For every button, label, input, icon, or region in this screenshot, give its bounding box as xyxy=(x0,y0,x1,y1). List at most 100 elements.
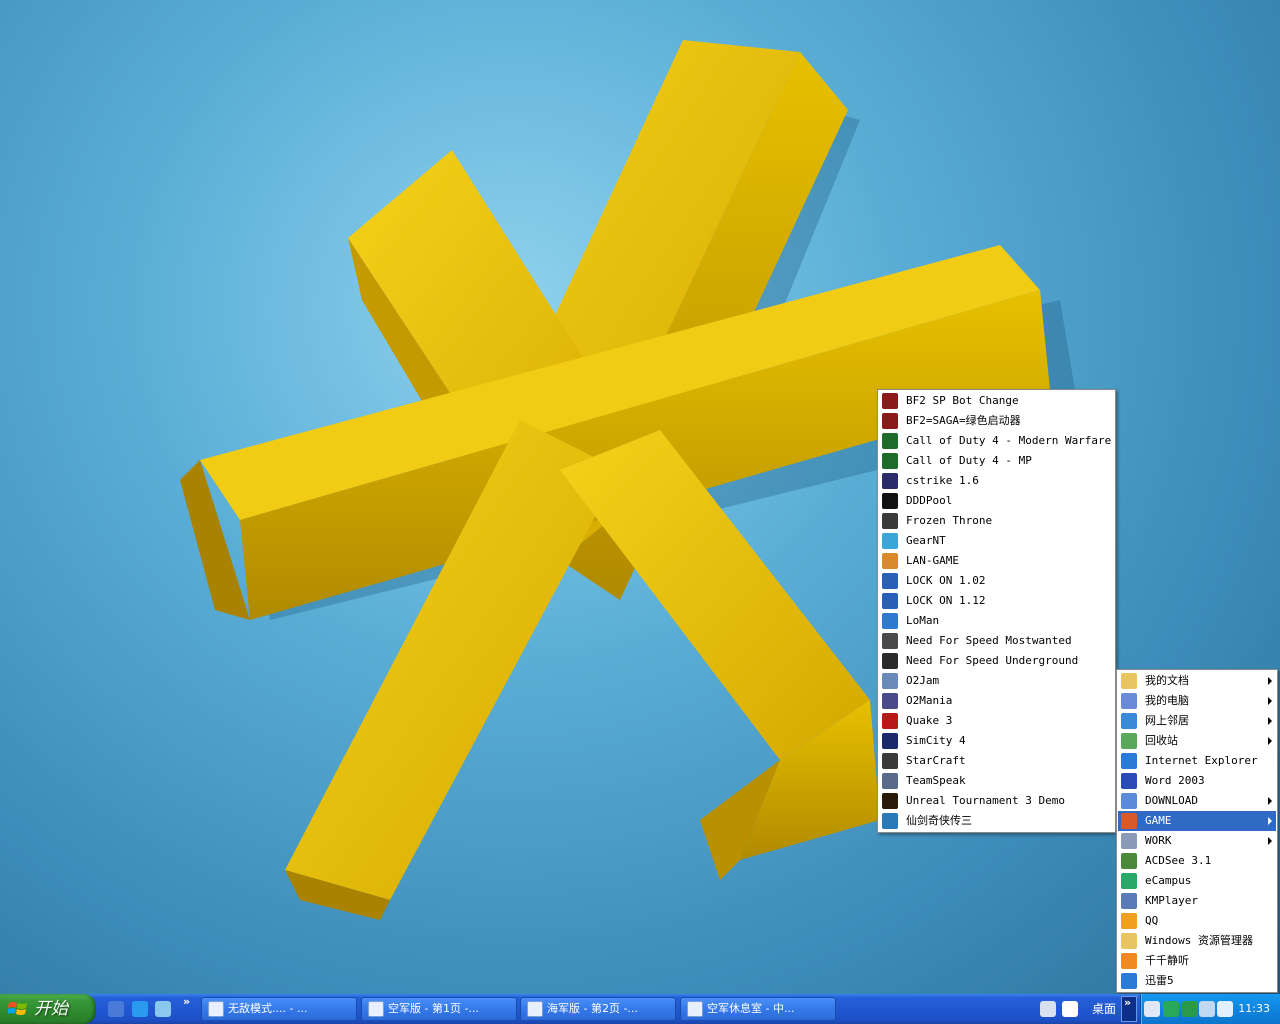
menu-item-ecampus[interactable]: eCampus xyxy=(1118,871,1276,891)
menu-item-o2jam[interactable]: O2Jam xyxy=(879,671,1114,691)
menu-item-internet-explorer[interactable]: Internet Explorer xyxy=(1118,751,1276,771)
unreal-icon xyxy=(882,793,898,809)
pool-ball-icon xyxy=(882,493,898,509)
menu-item-label: eCampus xyxy=(1145,874,1192,887)
menu-item-network[interactable]: 网上邻居 xyxy=(1118,711,1276,731)
keyboard-icon[interactable] xyxy=(1040,1001,1056,1017)
back-arrow-icon[interactable] xyxy=(1144,1001,1160,1017)
menu-item-label: LoMan xyxy=(906,614,940,627)
menu-item-nfs[interactable]: Need For Speed Underground xyxy=(879,651,1114,671)
thunder-icon xyxy=(1121,973,1137,989)
menu-item-nfs[interactable]: Need For Speed Mostwanted xyxy=(879,631,1114,651)
desktop-toolbar-label[interactable]: 桌面 xyxy=(1092,994,1116,1024)
simcity-icon xyxy=(882,733,898,749)
menu-item-thunder[interactable]: 迅雷5 xyxy=(1118,971,1276,991)
taskbar: 开始 » 无敌模式.... - ... 空军版 - 第1页 -... 海军版 - 第… xyxy=(0,994,1280,1024)
menu-item-download-folder[interactable]: DOWNLOAD xyxy=(1118,791,1276,811)
menu-item-gear[interactable]: GearNT xyxy=(879,531,1114,551)
menu-item-label: LAN-GAME xyxy=(906,554,959,567)
antivirus-icon[interactable] xyxy=(1163,1001,1179,1017)
menu-item-label: GearNT xyxy=(906,534,946,547)
show-desktop-icon[interactable] xyxy=(155,1001,171,1017)
menu-item-label: Quake 3 xyxy=(906,714,953,727)
menu-item-label: WORK xyxy=(1145,834,1172,847)
quake-icon xyxy=(882,713,898,729)
menu-item-cod4[interactable]: Call of Duty 4 - Modern Warfare xyxy=(879,431,1114,451)
menu-item-explorer-folder[interactable]: Windows 资源管理器 xyxy=(1118,931,1276,951)
word-icon xyxy=(1121,773,1137,789)
menu-item-starcraft[interactable]: StarCraft xyxy=(879,751,1114,771)
desktop-menu-button[interactable]: » xyxy=(1121,996,1137,1022)
network-connection-icon[interactable] xyxy=(1199,1001,1215,1017)
clock[interactable]: 11:33 xyxy=(1238,994,1270,1024)
menu-item-acdsee[interactable]: ACDSee 3.1 xyxy=(1118,851,1276,871)
taskbar-button-label: 无敌模式.... - ... xyxy=(228,1002,308,1015)
warcraft-icon xyxy=(882,513,898,529)
taskbar-button[interactable]: 空军休息室 - 中... xyxy=(680,997,836,1021)
menu-item-unreal[interactable]: Unreal Tournament 3 Demo xyxy=(879,791,1114,811)
game-submenu: BF2 SP Bot Change BF2=SAGA=绿色启动器 Call of D… xyxy=(877,389,1116,833)
menu-item-lockon[interactable]: LOCK ON 1.02 xyxy=(879,571,1114,591)
menu-item-label: BF2 SP Bot Change xyxy=(906,394,1019,407)
taskbar-button[interactable]: 海军版 - 第2页 -... xyxy=(520,997,676,1021)
menu-item-loman[interactable]: LoMan xyxy=(879,611,1114,631)
shield-icon[interactable] xyxy=(1217,1001,1233,1017)
submenu-arrow-icon xyxy=(1268,837,1272,845)
menu-item-label: KMPlayer xyxy=(1145,894,1198,907)
submenu-arrow-icon xyxy=(1268,697,1272,705)
submenu-arrow-icon xyxy=(1268,797,1272,805)
menu-item-recycle-bin[interactable]: 回收站 xyxy=(1118,731,1276,751)
menu-item-lockon[interactable]: LOCK ON 1.12 xyxy=(879,591,1114,611)
counter-strike-icon xyxy=(882,473,898,489)
menu-item-label: LOCK ON 1.12 xyxy=(906,594,986,607)
menu-item-work-folder[interactable]: WORK xyxy=(1118,831,1276,851)
menu-item-simcity[interactable]: SimCity 4 xyxy=(879,731,1114,751)
media-icon[interactable] xyxy=(108,1001,124,1017)
taskbar-button[interactable]: 无敌模式.... - ... xyxy=(201,997,357,1021)
menu-item-bf2[interactable]: BF2 SP Bot Change xyxy=(879,391,1114,411)
menu-item-label: LOCK ON 1.02 xyxy=(906,574,986,587)
menu-item-label: 我的电脑 xyxy=(1145,694,1189,707)
menu-item-label: TeamSpeak xyxy=(906,774,966,787)
menu-item-quake[interactable]: Quake 3 xyxy=(879,711,1114,731)
menu-item-teamspeak[interactable]: TeamSpeak xyxy=(879,771,1114,791)
menu-item-people[interactable]: LAN-GAME xyxy=(879,551,1114,571)
menu-item-label: Windows 资源管理器 xyxy=(1145,934,1253,947)
ie-page-icon xyxy=(208,1001,224,1017)
kmplayer-icon xyxy=(1121,893,1137,909)
taskbar-button-label: 空军版 - 第1页 -... xyxy=(388,1002,479,1015)
menu-item-folder-documents[interactable]: 我的文档 xyxy=(1118,671,1276,691)
menu-item-label: Call of Duty 4 - MP xyxy=(906,454,1032,467)
menu-item-o2mania[interactable]: O2Mania xyxy=(879,691,1114,711)
menu-item-pal3[interactable]: 仙剑奇侠传三 xyxy=(879,811,1114,831)
taskbar-button[interactable]: 空军版 - 第1页 -... xyxy=(361,997,517,1021)
o2mania-icon xyxy=(882,693,898,709)
menu-item-label: Internet Explorer xyxy=(1145,754,1258,767)
menu-item-bf2[interactable]: BF2=SAGA=绿色启动器 xyxy=(879,411,1114,431)
starcraft-icon xyxy=(882,753,898,769)
menu-item-label: Unreal Tournament 3 Demo xyxy=(906,794,1065,807)
menu-item-game-folder[interactable]: GAME xyxy=(1118,811,1276,831)
menu-item-label: 千千静听 xyxy=(1145,954,1189,967)
menu-item-label: 我的文档 xyxy=(1145,674,1189,687)
lockon-icon xyxy=(882,573,898,589)
menu-item-counter-strike[interactable]: cstrike 1.6 xyxy=(879,471,1114,491)
menu-item-label: cstrike 1.6 xyxy=(906,474,979,487)
help-icon[interactable] xyxy=(1062,1001,1078,1017)
qq-penguin-icon xyxy=(1121,913,1137,929)
menu-item-ttplayer[interactable]: 千千静听 xyxy=(1118,951,1276,971)
umbrella-icon[interactable] xyxy=(1182,1001,1198,1017)
menu-item-cod4[interactable]: Call of Duty 4 - MP xyxy=(879,451,1114,471)
menu-item-computer[interactable]: 我的电脑 xyxy=(1118,691,1276,711)
ie-page-icon xyxy=(687,1001,703,1017)
menu-item-kmplayer[interactable]: KMPlayer xyxy=(1118,891,1276,911)
menu-item-qq-penguin[interactable]: QQ xyxy=(1118,911,1276,931)
menu-item-label: DOWNLOAD xyxy=(1145,794,1198,807)
menu-item-pool-ball[interactable]: DDDPool xyxy=(879,491,1114,511)
menu-item-word[interactable]: Word 2003 xyxy=(1118,771,1276,791)
quick-launch-chevron[interactable]: » xyxy=(183,995,190,1008)
menu-item-warcraft[interactable]: Frozen Throne xyxy=(879,511,1114,531)
recycle-bin-icon xyxy=(1121,733,1137,749)
start-button[interactable]: 开始 xyxy=(0,994,96,1024)
internet-explorer-icon[interactable] xyxy=(132,1001,148,1017)
